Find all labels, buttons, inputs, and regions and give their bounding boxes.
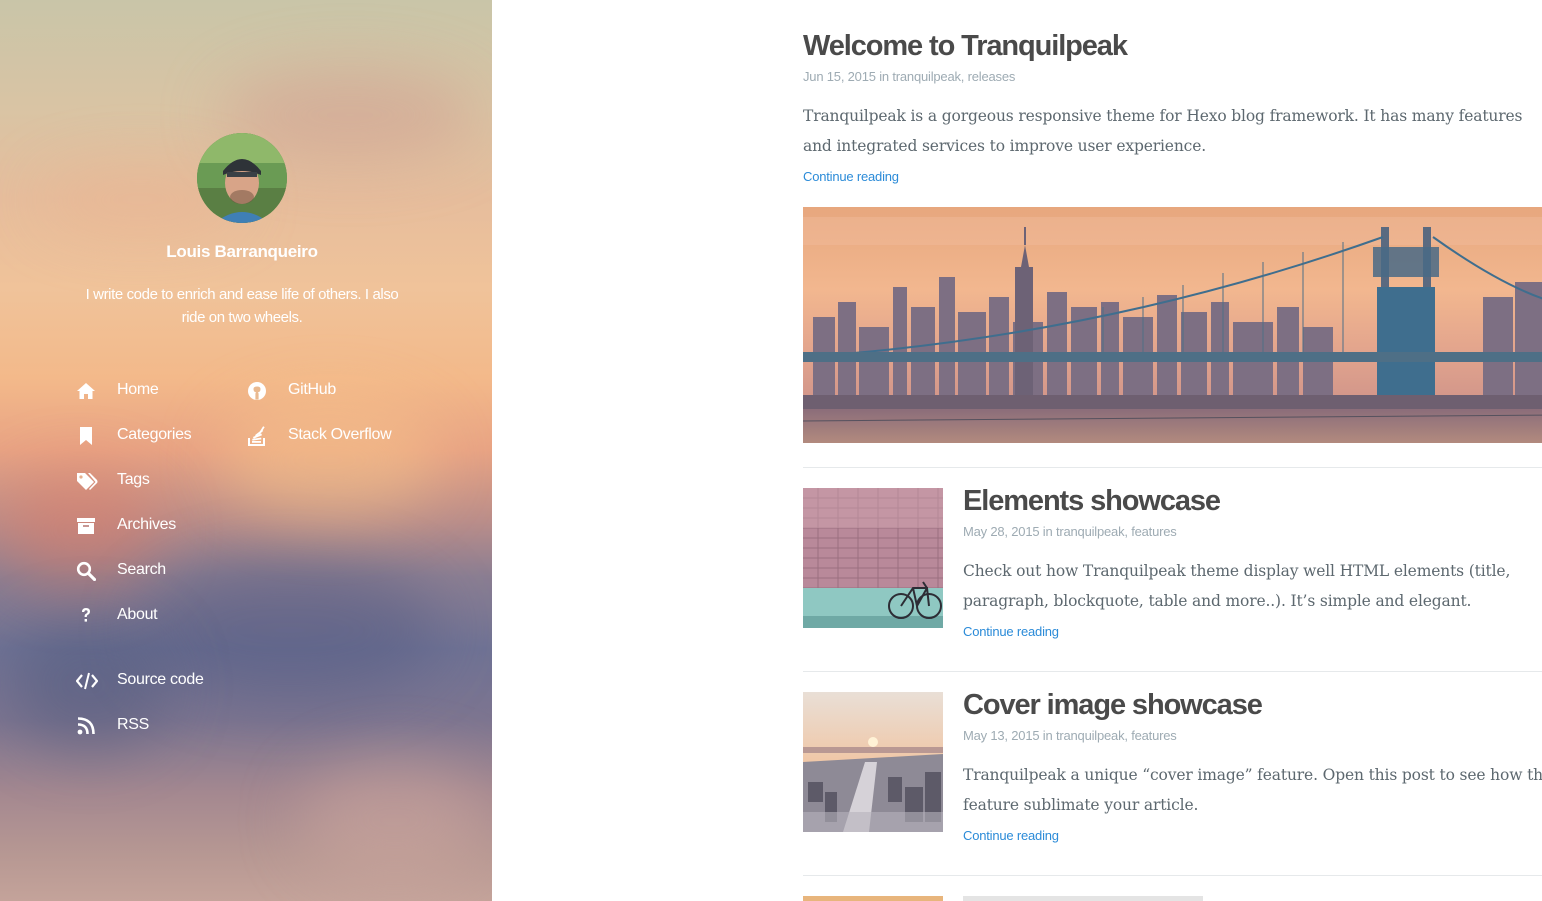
- post-title[interactable]: Elements showcase: [963, 485, 1221, 518]
- profile-bio: I write code to enrich and ease life of …: [85, 286, 399, 326]
- rss-icon: [76, 715, 98, 737]
- sidebar-item-home[interactable]: Home: [76, 379, 159, 403]
- category-link[interactable]: tranquilpeak: [1056, 524, 1125, 539]
- sidebar-item-label: Tags: [117, 471, 150, 488]
- post-title-partial: [963, 896, 1203, 901]
- post-divider: [803, 875, 1542, 876]
- post-divider: [803, 671, 1542, 672]
- post-divider: [803, 467, 1542, 468]
- post-excerpt: Tranquilpeak a unique “cover image” feat…: [963, 766, 1542, 814]
- sidebar-item-label: About: [117, 606, 158, 623]
- bookmark-icon: [76, 425, 98, 447]
- stack-overflow-icon: [247, 425, 269, 447]
- post-cover-image[interactable]: [803, 207, 1542, 443]
- sidebar-item-label: Search: [117, 561, 166, 578]
- continue-reading-link[interactable]: Continue reading: [803, 169, 899, 184]
- sidebar-item-github[interactable]: GitHub: [247, 379, 336, 403]
- archive-icon: [76, 515, 98, 537]
- home-icon: [76, 380, 98, 402]
- sidebar-item-label: Stack Overflow: [288, 426, 392, 443]
- category-link[interactable]: tranquilpeak: [892, 69, 961, 84]
- post-meta-in: in: [879, 69, 889, 84]
- sidebar-item-label: Home: [117, 381, 159, 398]
- category-link[interactable]: features: [1131, 728, 1177, 743]
- sidebar-item-label: Archives: [117, 516, 176, 533]
- avatar[interactable]: [197, 133, 287, 223]
- sidebar-item-search[interactable]: Search: [76, 559, 166, 583]
- continue-reading-link[interactable]: Continue reading: [963, 828, 1059, 843]
- sidebar-item-rss[interactable]: RSS: [76, 714, 149, 738]
- question-icon: [76, 605, 98, 627]
- sidebar-item-label: Source code: [117, 671, 204, 688]
- sidebar: Louis Barranqueiro I write code to enric…: [0, 0, 492, 901]
- sidebar-item-label: Categories: [117, 426, 192, 443]
- search-icon: [76, 560, 98, 582]
- post-thumbnail[interactable]: [803, 896, 943, 901]
- sidebar-item-categories[interactable]: Categories: [76, 424, 192, 448]
- code-icon: [76, 670, 98, 692]
- main-content: Welcome to Tranquilpeak Jun 15, 2015 in …: [492, 0, 1542, 901]
- post-date: Jun 15, 2015: [803, 69, 876, 84]
- sidebar-item-label: RSS: [117, 716, 149, 733]
- avatar-image: [197, 133, 287, 223]
- post-meta: May 28, 2015 in tranquilpeak, features: [963, 524, 1177, 539]
- category-link[interactable]: releases: [968, 69, 1016, 84]
- post-meta-in: in: [1042, 524, 1053, 539]
- profile-name[interactable]: Louis Barranqueiro: [0, 242, 484, 262]
- post-thumbnail[interactable]: [803, 692, 943, 832]
- post-title[interactable]: Cover image showcase: [963, 689, 1263, 722]
- sidebar-item-source-code[interactable]: Source code: [76, 669, 204, 693]
- tags-icon: [76, 470, 98, 492]
- sidebar-item-tags[interactable]: Tags: [76, 469, 150, 493]
- github-icon: [247, 380, 269, 402]
- background-blur: [220, 400, 440, 520]
- category-link[interactable]: tranquilpeak: [1056, 728, 1125, 743]
- post-meta: Jun 15, 2015 in tranquilpeak, releases: [803, 69, 1016, 84]
- continue-reading-link[interactable]: Continue reading: [963, 624, 1059, 639]
- sidebar-item-stack-overflow[interactable]: Stack Overflow: [247, 424, 392, 448]
- post-excerpt: Check out how Tranquilpeak theme display…: [963, 562, 1511, 610]
- sidebar-item-label: GitHub: [288, 381, 336, 398]
- post-excerpt: Tranquilpeak is a gorgeous responsive th…: [803, 107, 1523, 155]
- post-date: May 13, 2015: [963, 728, 1040, 743]
- post-thumbnail[interactable]: [803, 488, 943, 628]
- post-meta: May 13, 2015 in tranquilpeak, features: [963, 728, 1177, 743]
- category-link[interactable]: features: [1131, 524, 1177, 539]
- sidebar-item-archives[interactable]: Archives: [76, 514, 176, 538]
- background-blur: [300, 760, 490, 880]
- post-title[interactable]: Welcome to Tranquilpeak: [803, 30, 1128, 63]
- sidebar-item-about[interactable]: About: [76, 604, 158, 628]
- post-meta-in: in: [1042, 728, 1053, 743]
- post-date: May 28, 2015: [963, 524, 1040, 539]
